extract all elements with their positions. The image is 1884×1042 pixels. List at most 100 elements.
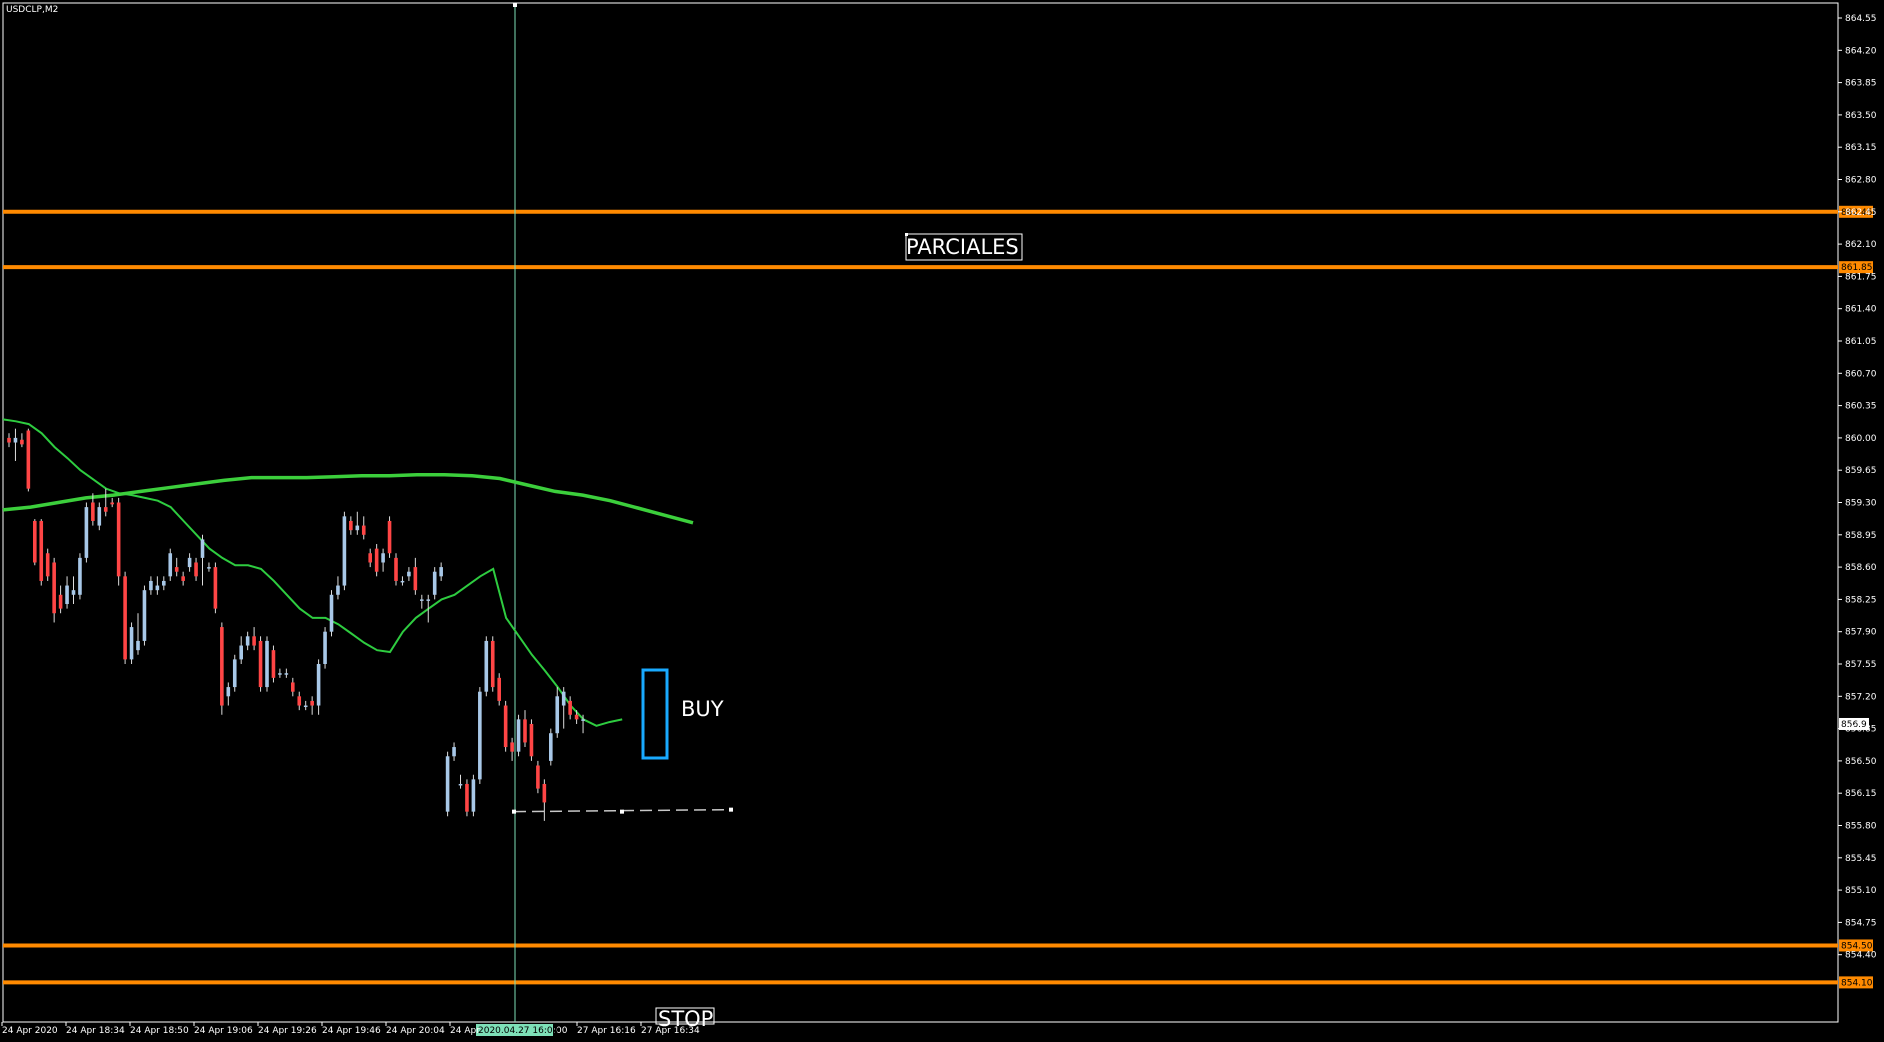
candle-body: [91, 502, 95, 521]
candle-body: [478, 691, 482, 780]
x-tick-label: 24 Apr 19:26: [258, 1026, 317, 1036]
buy-label[interactable]: BUY: [681, 697, 724, 721]
candle-body: [97, 507, 102, 526]
y-tick-label: 860.70: [1845, 369, 1877, 379]
candle-body: [194, 562, 198, 577]
candle-body: [426, 599, 431, 601]
y-tick-label: 857.55: [1845, 660, 1877, 670]
y-tick-label: 863.15: [1845, 143, 1877, 153]
candle-body: [561, 691, 566, 706]
candle-body: [407, 571, 411, 577]
candle-body: [323, 631, 327, 664]
candle-body: [155, 585, 160, 591]
candle-body: [213, 567, 218, 609]
candle-body: [26, 430, 31, 489]
candle-body: [39, 520, 44, 581]
y-tick-label: 863.50: [1845, 111, 1877, 121]
candle-body: [271, 650, 276, 678]
candle-body: [452, 747, 456, 757]
candle-body: [7, 437, 11, 443]
candle-body: [265, 640, 269, 688]
candle-body: [142, 590, 147, 641]
candle-body: [45, 553, 50, 577]
candle-body: [381, 553, 385, 563]
candle-body: [536, 765, 540, 789]
candle-body: [445, 756, 450, 812]
candle-body: [490, 640, 495, 688]
candle-body: [226, 687, 231, 697]
parciales-label[interactable]: PARCIALES: [906, 235, 1019, 259]
candle-body: [187, 557, 192, 568]
candle-body: [342, 516, 347, 586]
y-tick-label: 858.25: [1845, 595, 1877, 605]
x-tick-label: 24 Apr 19:46: [322, 1026, 381, 1036]
candle-body: [245, 636, 250, 646]
candle-body: [162, 580, 166, 586]
candle-body: [574, 714, 579, 720]
y-tick-label: 855.10: [1845, 886, 1877, 896]
candle-body: [329, 594, 334, 632]
candle-body: [316, 664, 321, 706]
candle-body: [103, 507, 108, 512]
candle-body: [432, 571, 437, 595]
candle-body: [149, 580, 153, 591]
candle-body: [116, 502, 121, 577]
stop-label[interactable]: STOP: [658, 1007, 713, 1031]
y-tick-label: 858.60: [1845, 563, 1877, 573]
chart-background: [0, 0, 1884, 1042]
trend-line-handle-end[interactable]: [729, 807, 733, 812]
candle-body: [110, 502, 114, 505]
y-tick-label: 861.75: [1845, 272, 1877, 282]
y-tick-label: 859.65: [1845, 466, 1877, 476]
y-tick-label: 861.40: [1845, 305, 1877, 315]
candle-body: [529, 723, 534, 757]
candle-body: [497, 677, 501, 701]
candle-body: [400, 580, 405, 583]
candle-body: [420, 599, 424, 601]
candle-body: [232, 659, 237, 688]
candle-body: [78, 557, 82, 595]
trend-line-handle-mid[interactable]: [620, 809, 624, 814]
y-tick-label: 861.05: [1845, 337, 1877, 347]
candle-body: [278, 673, 282, 675]
candle-body: [258, 640, 263, 688]
candle-body: [310, 700, 314, 706]
candle-body: [413, 567, 418, 591]
candle-body: [581, 719, 585, 721]
candle-body: [84, 507, 89, 558]
y-tick-label: 860.35: [1845, 402, 1877, 412]
candle-body: [174, 567, 179, 572]
candle-body: [349, 520, 353, 531]
candle-body: [374, 548, 379, 572]
candle-body: [123, 576, 127, 660]
y-tick-label: 860.00: [1845, 434, 1877, 444]
y-tick-label: 854.40: [1845, 951, 1877, 961]
vertical-line-handle[interactable]: [513, 3, 517, 7]
x-tick-label: 24 Apr 19:06: [194, 1026, 253, 1036]
price-chart[interactable]: 862.45861.85854.50854.10856.9 864.55864.…: [0, 0, 1884, 1042]
candle-body: [555, 696, 560, 734]
trend-line-handle-start[interactable]: [512, 809, 516, 814]
y-tick-label: 856.50: [1845, 757, 1877, 767]
candle-body: [568, 700, 572, 715]
x-tick-label: 24 Apr 2020: [2, 1026, 58, 1036]
y-tick-label: 864.20: [1845, 46, 1877, 56]
y-tick-label: 857.20: [1845, 692, 1877, 702]
x-tick-label: 24 Apr: [450, 1026, 480, 1036]
y-tick-label: 864.55: [1845, 14, 1877, 24]
candle-body: [542, 783, 547, 803]
candle-body: [252, 636, 256, 646]
price-level-tag-label: 854.10: [1841, 978, 1873, 988]
y-tick-label: 855.80: [1845, 822, 1877, 832]
candle-body: [52, 562, 56, 614]
candle-body: [297, 696, 302, 706]
y-tick-label: 855.45: [1845, 854, 1877, 864]
y-tick-label: 857.90: [1845, 628, 1877, 638]
candle-body: [71, 590, 76, 595]
y-tick-label: 854.75: [1845, 918, 1877, 928]
candle-body: [503, 705, 508, 748]
candle-body: [368, 553, 372, 563]
y-tick-label: 859.30: [1845, 499, 1877, 509]
candle-body: [303, 705, 308, 708]
candle-body: [336, 585, 340, 595]
